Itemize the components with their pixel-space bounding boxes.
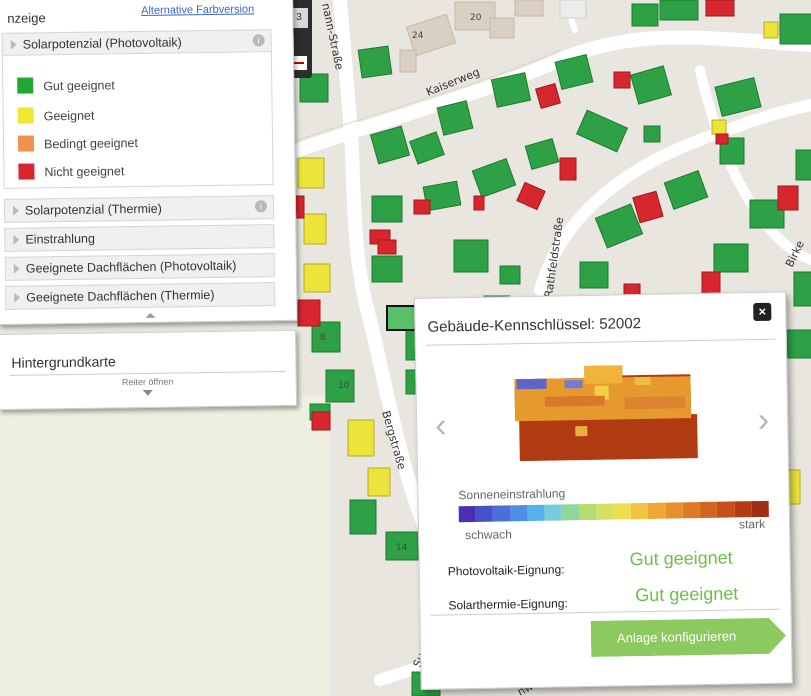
section-einstrahlung[interactable]: Einstrahlung — [4, 224, 275, 252]
roof-irradiance-image — [514, 365, 698, 462]
scale-swatch — [527, 504, 546, 522]
pv-label: Photovoltaik-Eignung: — [447, 562, 565, 579]
scale-swatch — [699, 501, 718, 519]
legend-item-label: Gut geeignet — [43, 78, 115, 94]
popup-title: Gebäude-Kennschlüssel: 52002 — [427, 315, 642, 336]
configure-system-label: Anlage konfigurieren — [616, 628, 737, 646]
expand-icon — [13, 263, 20, 274]
house-number: 14 — [396, 543, 408, 553]
scale-swatch — [493, 505, 511, 522]
section-dachflaechen-thermie[interactable]: Geeignete Dachflächen (Thermie) — [5, 282, 276, 310]
section-dachflaechen-pv[interactable]: Geeignete Dachflächen (Photovoltaik) — [4, 253, 275, 281]
expand-icon — [10, 39, 17, 50]
legend-items: Gut geeignet Geeignet Bedingt geeignet N… — [1, 51, 274, 189]
scale-swatch — [751, 500, 769, 518]
house-number: 20 — [470, 13, 482, 23]
alternative-color-link[interactable]: Alternative Farbversion — [141, 3, 254, 17]
next-arrow-icon[interactable]: › — [758, 401, 770, 440]
irradiance-scale-bar — [458, 500, 769, 523]
house-number: 8 — [320, 333, 326, 343]
legend-panel: nzeige Alternative Farbversion Solarpote… — [0, 0, 298, 325]
section-label: Geeignete Dachflächen (Photovoltaik) — [25, 258, 237, 276]
scale-swatch — [734, 501, 752, 518]
scale-title: Sonneneinstrahlung — [458, 486, 566, 503]
background-map-title: Hintergrundkarte — [11, 353, 116, 371]
prev-arrow-icon[interactable]: ‹ — [435, 406, 447, 445]
legend-header: nzeige — [7, 10, 46, 26]
section-label: Solarpotenzial (Photovoltaik) — [22, 35, 182, 52]
legend-item-label: Nicht geeignet — [44, 164, 125, 180]
scale-swatch — [596, 503, 614, 520]
open-tabs-label[interactable]: Reiter öffnen — [0, 375, 296, 389]
house-number: 24 — [412, 31, 424, 41]
legend-item-label: Bedingt geeignet — [43, 136, 139, 152]
swatch-green — [17, 77, 34, 94]
expand-icon — [13, 234, 20, 245]
divider — [425, 338, 776, 346]
legend-item-gut: Gut geeignet — [17, 76, 115, 94]
legend-item-geeignet: Geeignet — [17, 107, 95, 124]
swatch-yellow — [17, 107, 34, 124]
scale-swatch — [630, 502, 649, 520]
legend-item-label: Geeignet — [43, 108, 95, 124]
info-icon[interactable]: i — [252, 34, 265, 47]
section-label: Solarpotenzial (Thermie) — [24, 201, 162, 218]
swatch-orange — [17, 135, 35, 152]
expand-icon — [12, 205, 20, 216]
scale-swatch — [613, 503, 632, 520]
scale-high-label: stark — [738, 516, 766, 532]
scale-swatch — [716, 501, 735, 518]
st-value: Gut geeignet — [635, 583, 739, 606]
scale-low-label: schwach — [465, 527, 512, 543]
scale-swatch — [544, 504, 563, 521]
swatch-red — [18, 163, 35, 180]
close-icon[interactable]: × — [753, 302, 772, 322]
house-number: 10 — [338, 381, 350, 391]
scale-swatch — [579, 503, 597, 521]
scale-swatch — [682, 502, 700, 519]
scale-swatch — [648, 502, 666, 519]
collapse-panel-icon[interactable] — [145, 312, 156, 318]
background-map-panel: Hintergrundkarte Reiter öffnen — [0, 329, 298, 410]
building-popup: Gebäude-Kennschlüssel: 52002 × ‹ › Sonne… — [414, 291, 793, 690]
expand-icon — [14, 292, 21, 303]
section-label: Einstrahlung — [25, 231, 95, 247]
legend-item-nicht: Nicht geeignet — [18, 162, 125, 180]
info-icon[interactable]: i — [254, 200, 268, 213]
scale-swatch — [561, 504, 580, 521]
configure-system-button[interactable]: Anlage konfigurieren — [590, 617, 787, 657]
scale-swatch — [665, 502, 683, 519]
section-label: Geeignete Dachflächen (Thermie) — [26, 287, 215, 305]
scale-swatch — [458, 505, 477, 523]
pv-value: Gut geeignet — [629, 547, 733, 570]
st-label: Solarthermie-Eignung: — [448, 596, 568, 613]
scale-swatch — [475, 505, 494, 522]
section-solarpotenzial-thermie[interactable]: Solarpotenzial (Thermie) i — [3, 195, 275, 223]
scale-swatch — [510, 505, 528, 522]
expand-panel-icon[interactable] — [142, 389, 153, 396]
legend-item-bedingt: Bedingt geeignet — [17, 134, 139, 152]
